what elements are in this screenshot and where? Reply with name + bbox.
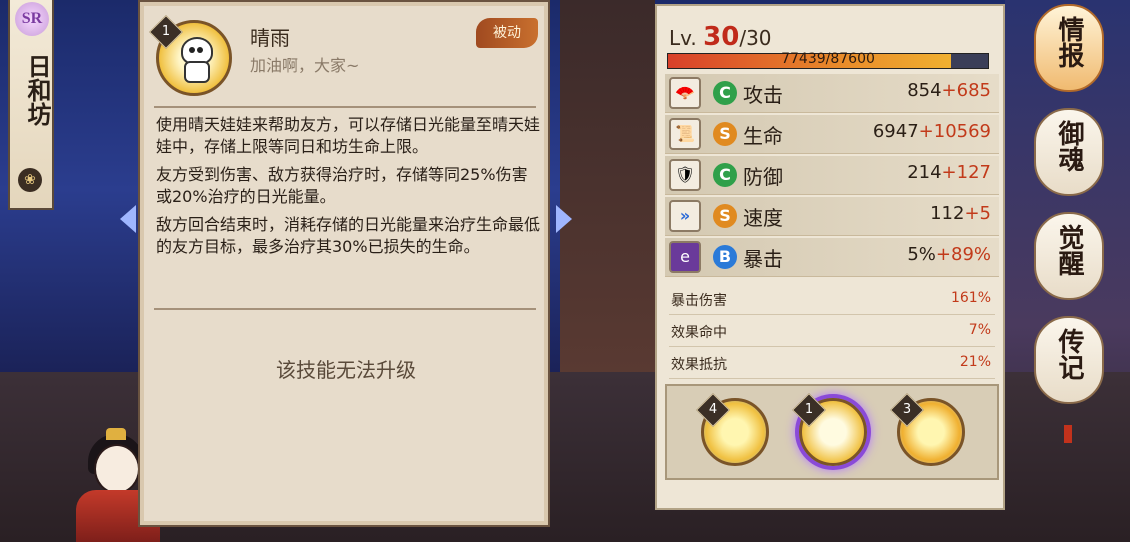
stat-grade: S	[713, 204, 737, 228]
stats-panel: Lv. 30/30 77439/87600 🪭 C 攻击 854+685 📜 S…	[655, 4, 1005, 510]
stat-label: 速度	[743, 206, 783, 230]
sub-stat-row: 效果命中 7%	[669, 316, 995, 347]
lantern-tassel	[1064, 425, 1072, 443]
stat-row-defense: 🛡 C 防御 214+127	[665, 156, 999, 195]
skill-tray: 4 1 3	[665, 384, 999, 480]
stat-row-speed: » S 速度 112+5	[665, 197, 999, 236]
character-name-tag: SR 日和坊 ❀	[8, 0, 54, 210]
divider	[154, 106, 536, 108]
hp-bar: 77439/87600	[667, 51, 989, 69]
menu-info[interactable]: 情报	[1034, 4, 1104, 92]
stat-label: 防御	[743, 165, 783, 189]
stat-value: 6947+10569	[872, 121, 991, 142]
stat-row-critical: e B 暴击 5%+89%	[665, 238, 999, 277]
stat-grade: B	[713, 245, 737, 269]
stat-row-hp: 📜 S 生命 6947+10569	[665, 115, 999, 154]
background-wall	[560, 0, 655, 380]
stat-grade: C	[713, 163, 737, 187]
skill-description-line: 敌方回合结束时，消耗存储的日光能量来治疗生命最低的友方目标，最多治疗其30%已损…	[156, 215, 541, 256]
sub-stat-row: 暴击伤害 161%	[669, 284, 995, 315]
previous-arrow-icon[interactable]	[120, 205, 136, 233]
skill-type-tag: 被动	[476, 18, 538, 48]
skill-description-line: 使用晴天娃娃来帮助友方，可以存储日光能量至晴天娃娃中，存储上限等同日和坊生命上限…	[156, 115, 541, 156]
stat-value: 112+5	[930, 203, 991, 224]
rarity-badge: SR	[15, 2, 49, 36]
upgrade-note: 该技能无法升级	[276, 358, 416, 382]
character-name: 日和坊	[23, 54, 52, 126]
stat-value: 854+685	[907, 80, 991, 101]
ornament-icon: ❀	[18, 168, 42, 192]
level-display: Lv. 30/30	[669, 22, 772, 52]
fan-icon: 🪭	[669, 77, 701, 109]
stat-grade: S	[713, 122, 737, 146]
skill-quote: 加油啊，大家~	[250, 56, 360, 75]
skill-description: 使用晴天娃娃来帮助友方，可以存储日光能量至晴天娃娃中，存储上限等同日和坊生命上限…	[156, 114, 542, 264]
stat-value: 5%+89%	[907, 244, 991, 265]
stat-value: 214+127	[907, 162, 991, 183]
stat-grade: C	[713, 81, 737, 105]
menu-awaken[interactable]: 觉醒	[1034, 212, 1104, 300]
next-arrow-icon[interactable]	[556, 205, 572, 233]
scroll-icon: 📜	[669, 118, 701, 150]
divider	[154, 308, 536, 310]
skill-detail-panel: 1 晴雨 加油啊，大家~ 被动 使用晴天娃娃来帮助友方，可以存储日光能量至晴天娃…	[138, 0, 550, 527]
level-prefix: Lv.	[669, 26, 697, 50]
stat-row-attack: 🪭 C 攻击 854+685	[665, 74, 999, 113]
critical-card-icon: e	[669, 241, 701, 273]
skill-description-line: 友方受到伤害、敌方获得治疗时，存储等同25%伤害或20%治疗的日光能量。	[156, 165, 528, 206]
stat-label: 攻击	[743, 83, 783, 107]
sub-stat-row: 效果抵抗 21%	[669, 348, 995, 379]
level-max: /30	[739, 26, 772, 50]
armor-icon: 🛡	[669, 159, 701, 191]
stat-label: 生命	[743, 124, 783, 148]
menu-soul[interactable]: 御魂	[1034, 108, 1104, 196]
stat-label: 暴击	[743, 247, 783, 271]
skill-name: 晴雨	[250, 26, 290, 50]
hp-text: 77439/87600	[781, 51, 875, 67]
level-current: 30	[703, 22, 740, 52]
menu-biography[interactable]: 传记	[1034, 316, 1104, 404]
speed-chevron-icon: »	[669, 200, 701, 232]
